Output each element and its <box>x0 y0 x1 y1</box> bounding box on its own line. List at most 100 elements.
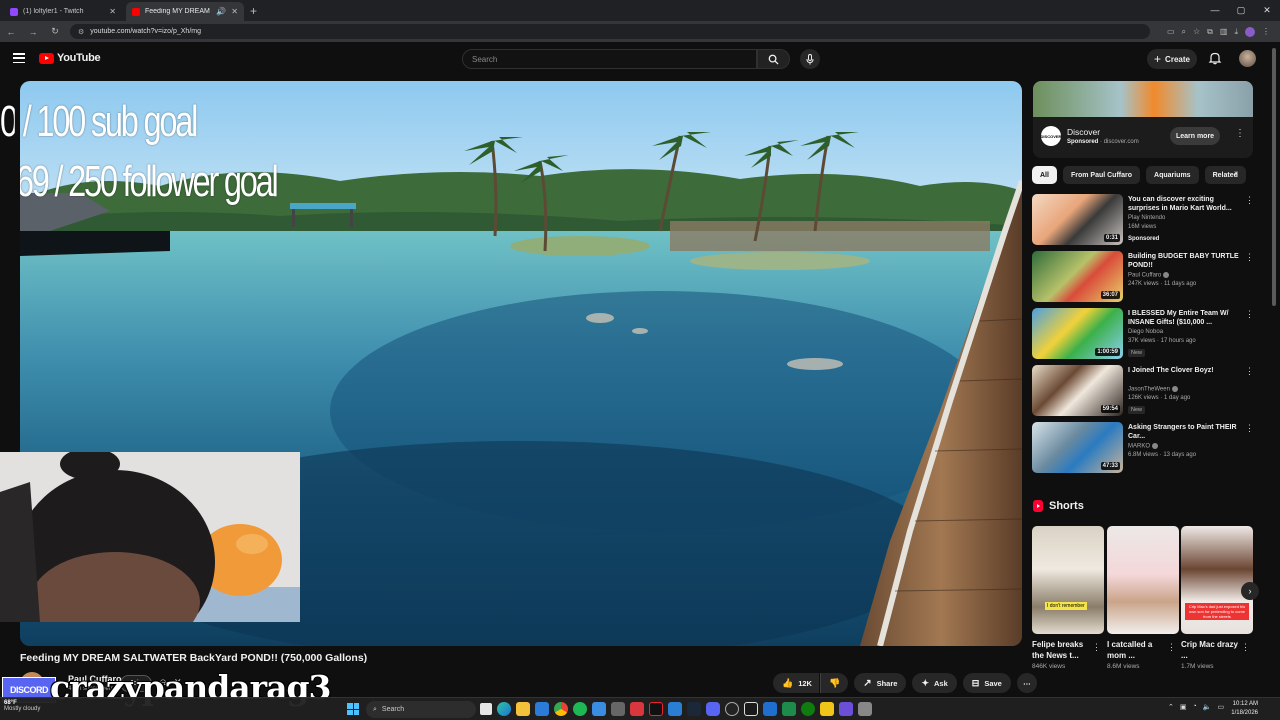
minimize-button[interactable]: — <box>1202 0 1228 21</box>
channel-name[interactable]: Paul Cuffaro <box>1128 272 1170 279</box>
app-gray-icon[interactable] <box>858 702 872 716</box>
short-thumbnail[interactable] <box>1107 526 1179 634</box>
chip-aquariums[interactable]: Aquariums <box>1146 166 1199 184</box>
back-icon[interactable]: ← <box>4 27 18 37</box>
more-options-icon[interactable]: ⋮ <box>1245 309 1254 320</box>
video-title[interactable]: Asking Strangers to Paint THEIR Car... <box>1128 423 1240 441</box>
short-thumbnail[interactable]: I don't remember <box>1032 526 1104 634</box>
video-title[interactable]: I Joined The Clover Boyz! <box>1128 366 1240 375</box>
more-options-icon[interactable]: ⋮ <box>1245 195 1254 206</box>
calculator-icon[interactable] <box>611 702 625 716</box>
save-button[interactable]: ⊟ Save <box>962 673 1011 693</box>
more-options-icon[interactable]: ⋮ <box>1092 642 1101 653</box>
voice-search-button[interactable] <box>800 49 820 69</box>
chrome-icon[interactable] <box>554 702 568 716</box>
chip-from-channel[interactable]: From Paul Cuffaro <box>1062 166 1141 184</box>
bookmark-star-icon[interactable]: ☆ <box>1193 27 1200 37</box>
more-options-icon[interactable]: ⋮ <box>1245 423 1254 434</box>
excel-icon[interactable] <box>782 702 796 716</box>
close-tab-icon[interactable]: ✕ <box>231 7 238 16</box>
video-thumbnail[interactable]: 1:00:59 <box>1032 308 1123 359</box>
short-title[interactable]: Crip Mac drazy ... <box>1181 639 1239 661</box>
video-title[interactable]: You can discover exciting surprises in M… <box>1128 195 1240 213</box>
short-title[interactable]: Felipe breaks the News t... <box>1032 639 1090 661</box>
short-item[interactable]: I don't remember Felipe breaks the News … <box>1032 526 1104 670</box>
zoom-icon[interactable]: ⌕ <box>1182 27 1186 37</box>
photos-icon[interactable] <box>592 702 606 716</box>
ad-more-icon[interactable]: ⋮ <box>1235 128 1245 139</box>
page-scrollbar[interactable] <box>1272 48 1276 306</box>
spotify-icon[interactable] <box>573 702 587 716</box>
like-button[interactable]: 👍 12K <box>773 673 819 693</box>
app-purple-icon[interactable] <box>839 702 853 716</box>
obs-icon[interactable] <box>725 702 739 716</box>
channel-name[interactable]: Play Nintendo <box>1128 215 1165 221</box>
new-tab-button[interactable]: + <box>250 2 257 21</box>
video-thumbnail[interactable]: 47:33 <box>1032 422 1123 473</box>
edge-icon[interactable] <box>497 702 511 716</box>
short-item[interactable]: I catcalled a mom ... 8.6M views ⋮ <box>1107 526 1179 670</box>
site-info-icon[interactable]: ⚙ <box>78 28 84 36</box>
cast-icon[interactable]: ▭ <box>1167 27 1175 37</box>
more-options-icon[interactable]: ⋮ <box>1167 642 1176 653</box>
chip-scroll-right-icon[interactable]: › <box>1234 168 1237 179</box>
notifications-bell-icon[interactable] <box>1208 51 1222 65</box>
list-item[interactable]: 36:07 Building BUDGET BABY TURTLE POND!!… <box>1032 251 1256 308</box>
video-thumbnail[interactable]: 36:07 <box>1032 251 1123 302</box>
shorts-next-icon[interactable]: › <box>1241 582 1259 600</box>
tray-chevron-icon[interactable]: ⌃ <box>1168 703 1174 711</box>
taskbar-search[interactable]: ⌕ Search <box>366 701 476 718</box>
video-thumbnail[interactable]: 59:54 <box>1032 365 1123 416</box>
reload-icon[interactable]: ↻ <box>48 26 62 37</box>
list-item[interactable]: 0:31 You can discover exciting surprises… <box>1032 194 1256 251</box>
chip-related[interactable]: Related <box>1204 166 1246 184</box>
app-yellow-icon[interactable] <box>820 702 834 716</box>
windows-start-icon[interactable] <box>347 703 359 715</box>
xbox-icon[interactable] <box>801 702 815 716</box>
speaker-icon[interactable]: 🔊 <box>216 7 226 16</box>
download-icon[interactable]: ⤓ <box>1234 27 1238 37</box>
app-blue-icon[interactable] <box>763 702 777 716</box>
sponsored-ad-card[interactable]: DISCOVER Discover Sponsored · discover.c… <box>1033 81 1253 158</box>
tiktok-icon[interactable] <box>649 702 663 716</box>
search-button[interactable] <box>757 49 790 69</box>
close-tab-icon[interactable]: ✕ <box>109 7 116 16</box>
vscode-icon[interactable] <box>668 702 682 716</box>
forward-icon[interactable]: → <box>26 27 40 37</box>
list-item[interactable]: 59:54 I Joined The Clover Boyz! JasonThe… <box>1032 365 1256 422</box>
file-explorer-icon[interactable] <box>516 702 530 716</box>
share-button[interactable]: ↗ Share <box>854 673 907 693</box>
app-red-icon[interactable] <box>630 702 644 716</box>
browser-menu-icon[interactable]: ⋮ <box>1262 27 1270 37</box>
maximize-button[interactable]: ▢ <box>1228 0 1254 21</box>
more-options-icon[interactable]: ⋮ <box>1245 366 1254 377</box>
more-options-icon[interactable]: ⋮ <box>1245 252 1254 263</box>
ask-button[interactable]: ✦ Ask <box>912 673 957 693</box>
short-thumbnail[interactable]: Crip Mac's dad just exposed his own son … <box>1181 526 1253 634</box>
chip-all[interactable]: All <box>1032 166 1057 184</box>
address-bar[interactable]: ⚙ youtube.com/watch?v=izo/p_Xh/mg <box>70 24 1150 39</box>
system-clock[interactable]: 10:12 AM 1/18/2026 <box>1228 700 1258 718</box>
browser-tab-twitch[interactable]: (1) loltyler1 - Twitch ✕ <box>4 2 122 21</box>
list-item[interactable]: 47:33 Asking Strangers to Paint THEIR Ca… <box>1032 422 1256 479</box>
account-avatar[interactable] <box>1239 50 1256 67</box>
list-item[interactable]: 1:00:59 I BLESSED My Entire Team W/ INSA… <box>1032 308 1256 365</box>
extensions-icon[interactable]: ⧉ <box>1207 27 1213 37</box>
weather-widget[interactable]: 68°F Mostly cloudy <box>4 700 40 712</box>
video-thumbnail[interactable]: 0:31 <box>1032 194 1123 245</box>
wifi-icon[interactable]: ◔ <box>1193 703 1197 711</box>
profile-avatar[interactable] <box>1245 26 1255 37</box>
store-icon[interactable] <box>535 702 549 716</box>
channel-name[interactable]: JasonTheWeen <box>1128 386 1178 393</box>
discord-icon[interactable] <box>706 702 720 716</box>
video-title[interactable]: Building BUDGET BABY TURTLE POND!! <box>1128 252 1240 270</box>
steam-icon[interactable] <box>687 702 701 716</box>
more-options-icon[interactable]: ⋮ <box>1241 642 1250 653</box>
video-title[interactable]: I BLESSED My Entire Team W/ INSANE Gifts… <box>1128 309 1240 327</box>
battery-icon[interactable]: ▭ <box>1217 703 1224 711</box>
channel-name[interactable]: MARKO <box>1128 443 1159 450</box>
close-window-button[interactable]: ✕ <box>1254 0 1280 21</box>
dislike-button[interactable]: 👎 <box>819 673 849 693</box>
short-item[interactable]: Crip Mac's dad just exposed his own son … <box>1181 526 1253 670</box>
short-title[interactable]: I catcalled a mom ... <box>1107 639 1165 661</box>
